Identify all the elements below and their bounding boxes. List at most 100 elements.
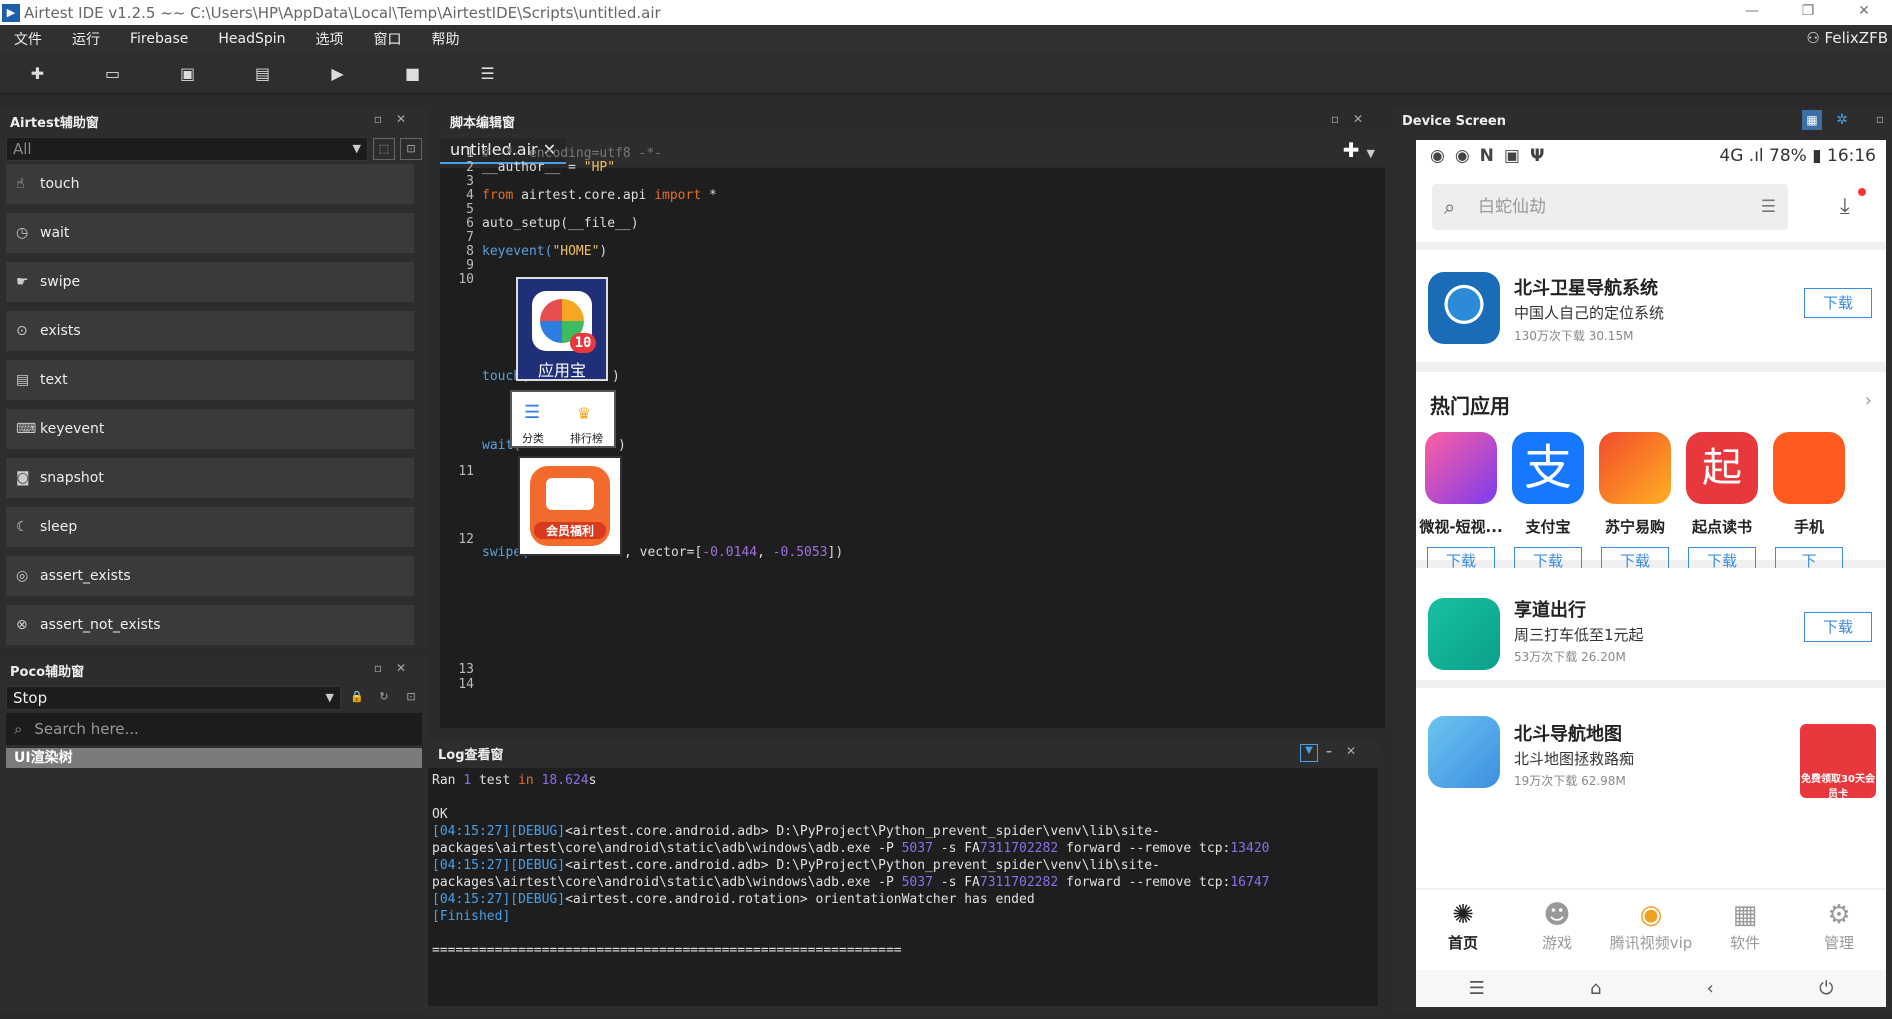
poco-search-input[interactable]: ⌕ Search here... (6, 713, 422, 745)
window-title-bar: ▶ Airtest IDE v1.2.5 ~~ C:\Users\HP\AppD… (0, 0, 1892, 25)
nav-games[interactable]: ☻ 游戏 (1510, 890, 1604, 970)
api-keyevent-button[interactable]: ⌨ keyevent (6, 409, 414, 449)
menu-window[interactable]: 窗口 (360, 29, 418, 49)
nav-home[interactable]: ✺ 首页 (1416, 890, 1510, 970)
moon-icon: ☾ (16, 519, 29, 535)
open-folder-icon[interactable]: ▭ (75, 64, 150, 83)
nav-vip[interactable]: ◉ 腾讯视频vip (1604, 890, 1698, 970)
api-text-button[interactable]: ▤ text (6, 360, 414, 400)
tools-icon[interactable]: ✲ (1832, 110, 1852, 130)
line-number: 3 (466, 174, 474, 189)
back-icon[interactable]: ‹ (1707, 978, 1714, 999)
apps-grid-icon: ▦ (1732, 900, 1758, 930)
promo-ad-banner[interactable]: 免费领取30天会员卡 (1800, 724, 1876, 800)
log-number: 16747 (1230, 875, 1270, 890)
home-icon[interactable]: ⌂ (1590, 978, 1601, 999)
maximize-button[interactable]: ❐ (1780, 0, 1836, 25)
download-button[interactable]: 下载 (1804, 288, 1872, 318)
beidou-app-icon (1428, 272, 1500, 344)
hot-app-item[interactable]: 苏宁易购 下载 (1590, 432, 1680, 575)
list-icon: ☰ (524, 402, 541, 423)
chevron-right-icon[interactable]: › (1865, 390, 1872, 411)
api-sleep-button[interactable]: ☾ sleep (6, 507, 414, 547)
api-label: sleep (40, 519, 78, 535)
code-line-1: # -*- encoding=utf8 -*- (482, 146, 663, 161)
menu-headspin[interactable]: HeadSpin (204, 31, 301, 47)
log-number: 13420 (1230, 841, 1270, 856)
lock-icon[interactable]: 🔒 (346, 687, 368, 709)
download-button[interactable]: 下载 (1804, 612, 1872, 642)
notification-dot (1858, 188, 1866, 196)
ui-tree-root[interactable]: UI渲染树 (6, 748, 422, 768)
panel-float-icon[interactable]: ▫ (1876, 112, 1884, 126)
app-name: 北斗导航地图 (1514, 724, 1622, 745)
log-output[interactable]: Ran 1 test in 18.624s OK [04:15:27][DEBU… (428, 768, 1378, 1006)
api-snapshot-button[interactable]: ◙ snapshot (6, 458, 414, 498)
api-wait-button[interactable]: ◷ wait (6, 213, 414, 253)
menu-firebase[interactable]: Firebase (116, 31, 204, 47)
api-swipe-button[interactable]: ☛ swipe (6, 262, 414, 302)
menu-run[interactable]: 运行 (58, 29, 116, 49)
nav-label: 软件 (1729, 934, 1760, 952)
phone-app-icon (1773, 432, 1845, 504)
nav-software[interactable]: ▦ 软件 (1698, 890, 1792, 970)
add-tab-icon[interactable]: ✚ ▼ (1343, 138, 1375, 162)
code-area[interactable]: 1 2 3 4 5 6 7 8 9 10 11 12 13 14 # -*- e… (440, 146, 1385, 747)
api-touch-button[interactable]: ☝ touch (6, 164, 414, 204)
app-card-beidou-map[interactable]: 北斗导航地图 北斗地图拯救路痴 19万次下载 62.98M 免费领取30天会员卡 (1416, 688, 1886, 888)
hot-app-item[interactable]: 手机下 (1764, 432, 1854, 575)
panel-title: Poco辅助窗 (10, 664, 85, 680)
user-account[interactable]: ⚇ FelixZFB (1806, 29, 1888, 47)
device-screen[interactable]: ◉◉N▣Ψ 4G .ıl 78% ▮ 16:16 ⌕ 白蛇仙劫 ☰ ⤓ 北斗卫星… (1416, 140, 1886, 1007)
hot-app-item[interactable]: 微视-短视... 下载 (1416, 432, 1506, 575)
app-search-input[interactable]: ⌕ 白蛇仙劫 ☰ (1432, 184, 1788, 230)
menu-options[interactable]: 选项 (302, 29, 360, 49)
save-icon[interactable]: ▣ (150, 64, 225, 83)
nav-label: 游戏 (1541, 934, 1572, 952)
app-card-xiangdao[interactable]: 享道出行 周三打车低至1元起 53万次下载 26.20M 下载 (1416, 568, 1886, 680)
panel-minimize-close-buttons[interactable]: –✕ (1326, 744, 1370, 758)
scan-icon[interactable]: ☰ (1761, 184, 1776, 230)
swipe-image-thumbnail[interactable]: 会员福利 (518, 456, 622, 556)
stop-icon[interactable]: ■ (375, 64, 450, 83)
log-icon[interactable]: ☰ (450, 64, 525, 83)
panel-float-close-buttons[interactable]: ▫✕ (374, 112, 420, 126)
power-icon[interactable]: ⏻ (1819, 978, 1833, 999)
notification-icons: ◉◉N▣Ψ (1430, 146, 1555, 166)
app-card-beidou[interactable]: 北斗卫星导航系统 中国人自己的定位系统 130万次下载 30.15M 下载 (1416, 250, 1886, 362)
panel-float-close-buttons[interactable]: ▫✕ (1331, 112, 1377, 126)
hot-app-item[interactable]: 起起点读书 下载 (1677, 432, 1767, 575)
menu-file[interactable]: 文件 (0, 29, 58, 49)
grid-view-icon[interactable]: ▦ (1802, 110, 1822, 130)
nav-manage[interactable]: ⚙ 管理 (1792, 890, 1886, 970)
mode-value: Stop (13, 689, 48, 707)
refresh-icon[interactable]: ↻ (373, 687, 395, 709)
wait-image-thumbnail[interactable]: ☰ ♛ 分类 排行榜 (510, 390, 616, 448)
minimize-button[interactable]: — (1724, 0, 1780, 25)
api-exists-button[interactable]: ⊙ exists (6, 311, 414, 351)
run-icon[interactable]: ▶ (300, 64, 375, 83)
api-filter-select[interactable]: All ▼ (6, 137, 368, 161)
new-file-icon[interactable]: ✚ (0, 64, 75, 83)
panel-float-close-buttons[interactable]: ▫✕ (374, 661, 420, 675)
menu-help[interactable]: 帮助 (418, 29, 476, 49)
code-function: keyevent( (482, 244, 553, 259)
thumb-label: 分类 (522, 432, 544, 445)
save-as-icon[interactable]: ▤ (225, 64, 300, 83)
touch-image-thumbnail[interactable]: 10 应用宝 (516, 277, 608, 381)
poco-mode-select[interactable]: Stop ▼ (6, 686, 341, 710)
record-icon[interactable]: ⬚ (373, 138, 395, 160)
inspect-icon[interactable]: ⊡ (400, 138, 422, 160)
filter-icon[interactable]: ▼ (1300, 744, 1318, 762)
api-assert-exists-button[interactable]: ◎ assert_exists (6, 556, 414, 596)
hot-app-item[interactable]: 支支付宝 下载 (1503, 432, 1593, 575)
line-number: 1 (466, 146, 474, 161)
menu-icon[interactable]: ☰ (1469, 978, 1485, 999)
api-assert-not-exists-button[interactable]: ⊗ assert_not_exists (6, 605, 414, 645)
close-window-button[interactable]: ✕ (1836, 0, 1892, 25)
script-editor-panel: 脚本编辑窗 ▫✕ untitled.air ✕ ✚ ▼ 1 2 3 4 5 6 … (440, 108, 1385, 747)
panel-header: Log查看窗 ▼ –✕ (428, 740, 1378, 766)
inspect-icon[interactable]: ⊡ (400, 687, 422, 709)
log-number: 7311702282 (979, 875, 1059, 890)
download-manager-icon[interactable]: ⤓ (1840, 188, 1866, 219)
